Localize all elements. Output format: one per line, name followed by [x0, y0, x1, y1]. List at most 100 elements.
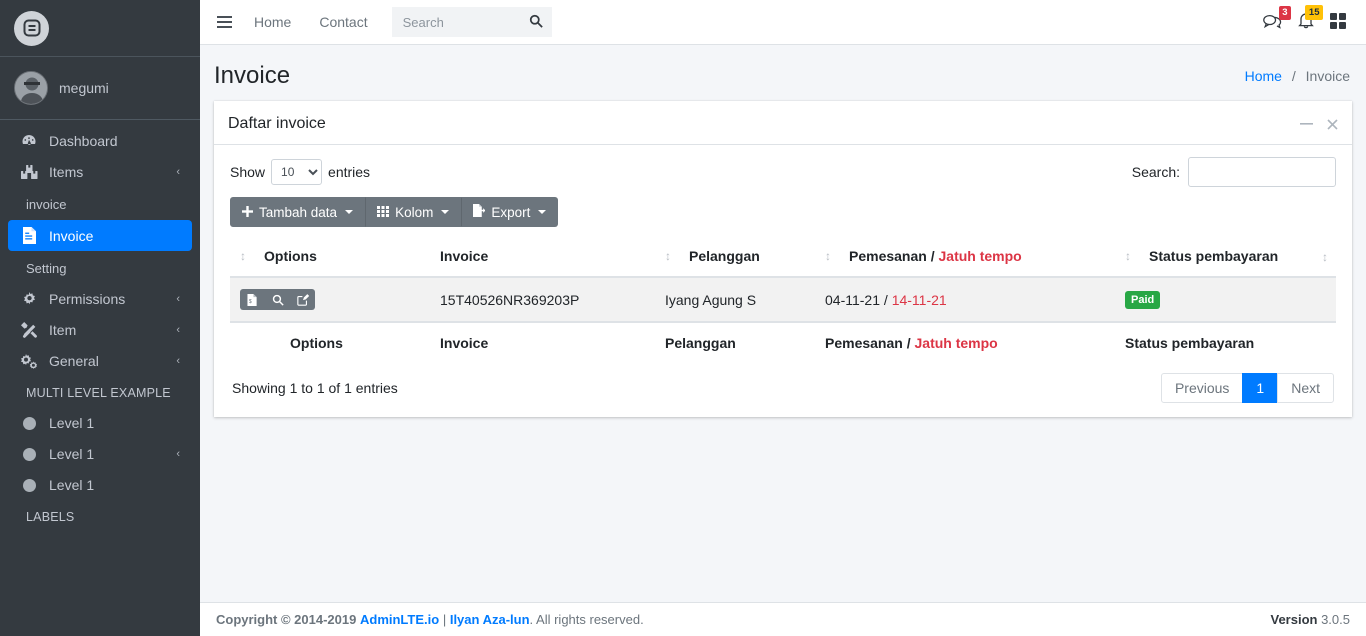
sidebar-item-label: Level 1 [49, 446, 95, 462]
column-header-pelanggan[interactable]: ↕ Pelanggan [655, 235, 815, 278]
print-invoice-button[interactable]: $ [240, 289, 265, 310]
sidebar-nav: Dashboard Items ‹ invoice Invoice Settin… [0, 120, 200, 532]
card-header: Daftar invoice [214, 104, 1352, 145]
topnav-link-contact[interactable]: Contact [305, 14, 381, 30]
sidebar-item-dashboard[interactable]: Dashboard [8, 126, 192, 156]
tachometer-icon [18, 133, 40, 149]
sidebar-item-level1-b[interactable]: Level 1 ‹ [8, 439, 192, 469]
table-foot: Options Invoice Pelanggan Pemesanan / Ja… [230, 321, 1336, 363]
sidebar-item-level1-c[interactable]: Level 1 [8, 470, 192, 500]
sort-icon: ↕ [1322, 249, 1328, 264]
svg-text:$: $ [249, 299, 252, 305]
sidebar-item-label: Invoice [49, 227, 94, 244]
sidebar-item-item[interactable]: Item ‹ [8, 315, 192, 345]
kolom-button[interactable]: Kolom [365, 197, 462, 227]
brand-logo-area[interactable] [0, 0, 200, 57]
datatable-footer: Showing 1 to 1 of 1 entries Previous 1 N… [230, 363, 1336, 407]
gear-icon [18, 291, 40, 307]
chevron-down-icon [441, 210, 450, 214]
page-title: Invoice [214, 62, 291, 89]
export-button[interactable]: Export [461, 197, 559, 227]
cell-pemesanan-date: 04-11-21 [825, 291, 881, 308]
column-header-invoice[interactable]: Invoice [430, 235, 655, 278]
footer-copyright: Copyright © 2014-2019 [216, 612, 357, 627]
sidebar-header-labels: LABELS [26, 510, 75, 524]
sidebar-item-invoice[interactable]: Invoice [8, 220, 192, 251]
entries-label: entries [328, 164, 371, 180]
sidebar-item-level1-a[interactable]: Level 1 [8, 408, 192, 438]
pagination-previous[interactable]: Previous [1160, 373, 1244, 403]
sidebar-item-label: General [49, 353, 99, 369]
footer-link-adminlte[interactable]: AdminLTE.io [360, 612, 439, 627]
breadcrumb-current: Invoice [1305, 68, 1350, 84]
column-header-label: Invoice [440, 247, 489, 264]
status-badge: Paid [1125, 291, 1161, 309]
table-footer-row: Options Invoice Pelanggan Pemesanan / Ja… [230, 321, 1336, 363]
apps-button[interactable] [1330, 12, 1346, 32]
notifications-button[interactable]: 15 [1298, 5, 1323, 32]
datatable-search-input[interactable] [1188, 157, 1336, 187]
footer-version: Version 3.0.5 [1270, 612, 1350, 627]
content-header: Invoice Home / Invoice [200, 45, 1366, 101]
search-icon[interactable] [529, 14, 543, 31]
card-title: Daftar invoice [228, 115, 326, 132]
pagination-page-1[interactable]: 1 [1242, 373, 1279, 403]
column-header-options[interactable]: ↕ Options [230, 235, 430, 278]
cell-invoice: 15T40526NR369203P [430, 276, 655, 322]
column-header-sort-end[interactable]: ↕ [1302, 235, 1336, 278]
footer-rights: . All rights reserved. [529, 612, 644, 627]
grid-icon [377, 205, 390, 220]
user-panel[interactable]: megumi [0, 57, 200, 120]
datatable-controls: Show 10 25 50 100 entries Search: [230, 157, 1336, 187]
chevron-left-icon: ‹ [176, 166, 180, 178]
cell-dates: 04-11-21 / 14-11-21 [815, 276, 1115, 322]
entries-select[interactable]: 10 25 50 100 [271, 159, 323, 185]
content-area: Daftar invoice Show 10 entries Search: T… [200, 101, 1366, 417]
view-invoice-button[interactable] [265, 289, 290, 310]
show-label: Show [230, 164, 266, 180]
column-header-label: Options [264, 248, 317, 264]
sidebar-item-items[interactable]: Items ‹ [8, 157, 192, 187]
search-label: Search: [1131, 164, 1180, 180]
close-icon[interactable] [1327, 118, 1338, 130]
hamburger-icon[interactable] [214, 9, 240, 35]
navbar-search[interactable] [391, 7, 552, 37]
sidebar-item-label: Level 1 [49, 415, 95, 431]
circle-icon [18, 478, 40, 492]
minus-icon[interactable] [1300, 122, 1313, 126]
cell-jatuhtempo-date: 14-11-21 [891, 291, 947, 308]
column-header-pemesanan-jatuhtempo[interactable]: ↕ Pemesanan / Jatuh tempo [815, 235, 1115, 278]
circle-icon [18, 447, 40, 461]
pagination-next[interactable]: Next [1277, 373, 1334, 403]
column-header-status[interactable]: ↕ Status pembayaran [1115, 235, 1302, 278]
search-input[interactable] [400, 13, 529, 31]
breadcrumb-home-link[interactable]: Home [1245, 68, 1282, 84]
footer-link-author[interactable]: Ilyan Aza-lun [450, 612, 530, 627]
topnav-right-tools: 3 15 [1263, 5, 1354, 32]
column-header-label: Status pembayaran [1149, 248, 1279, 264]
sidebar: megumi Dashboard Items ‹ invoice Invoice… [0, 0, 200, 636]
topnav-link-home[interactable]: Home [240, 14, 305, 30]
sidebar-item-permissions[interactable]: Permissions ‹ [8, 284, 192, 314]
footer-pipe: | [442, 612, 447, 627]
sidebar-item-label: Dashboard [49, 133, 118, 149]
chevron-left-icon: ‹ [176, 448, 180, 460]
footer-options: Options [230, 321, 430, 363]
page-footer: Copyright © 2014-2019 AdminLTE.io | Ilya… [200, 602, 1366, 636]
row-action-group: $ [240, 289, 315, 310]
edit-invoice-button[interactable] [290, 289, 315, 310]
sidebar-item-general[interactable]: General ‹ [8, 346, 192, 376]
breadcrumb: Home / Invoice [1245, 59, 1350, 93]
footer-pelanggan: Pelanggan [655, 321, 815, 363]
sidebar-header-setting: Setting [26, 261, 67, 276]
table-body: $ 15T40526NR369203P Iyang Agung S 04-11-… [230, 276, 1336, 322]
table-row[interactable]: $ 15T40526NR369203P Iyang Agung S 04-11-… [230, 276, 1336, 322]
datatable-buttons: Tambah data Kolom Export [230, 197, 559, 227]
sort-icon: ↕ [825, 249, 831, 263]
cell-pelanggan: Iyang Agung S [655, 276, 815, 322]
messages-button[interactable]: 3 [1263, 5, 1291, 32]
chevron-down-icon [538, 210, 547, 214]
footer-version-label: Version [1270, 612, 1318, 627]
sidebar-header-invoice: invoice [26, 197, 67, 212]
tambah-data-button[interactable]: Tambah data [230, 197, 366, 227]
